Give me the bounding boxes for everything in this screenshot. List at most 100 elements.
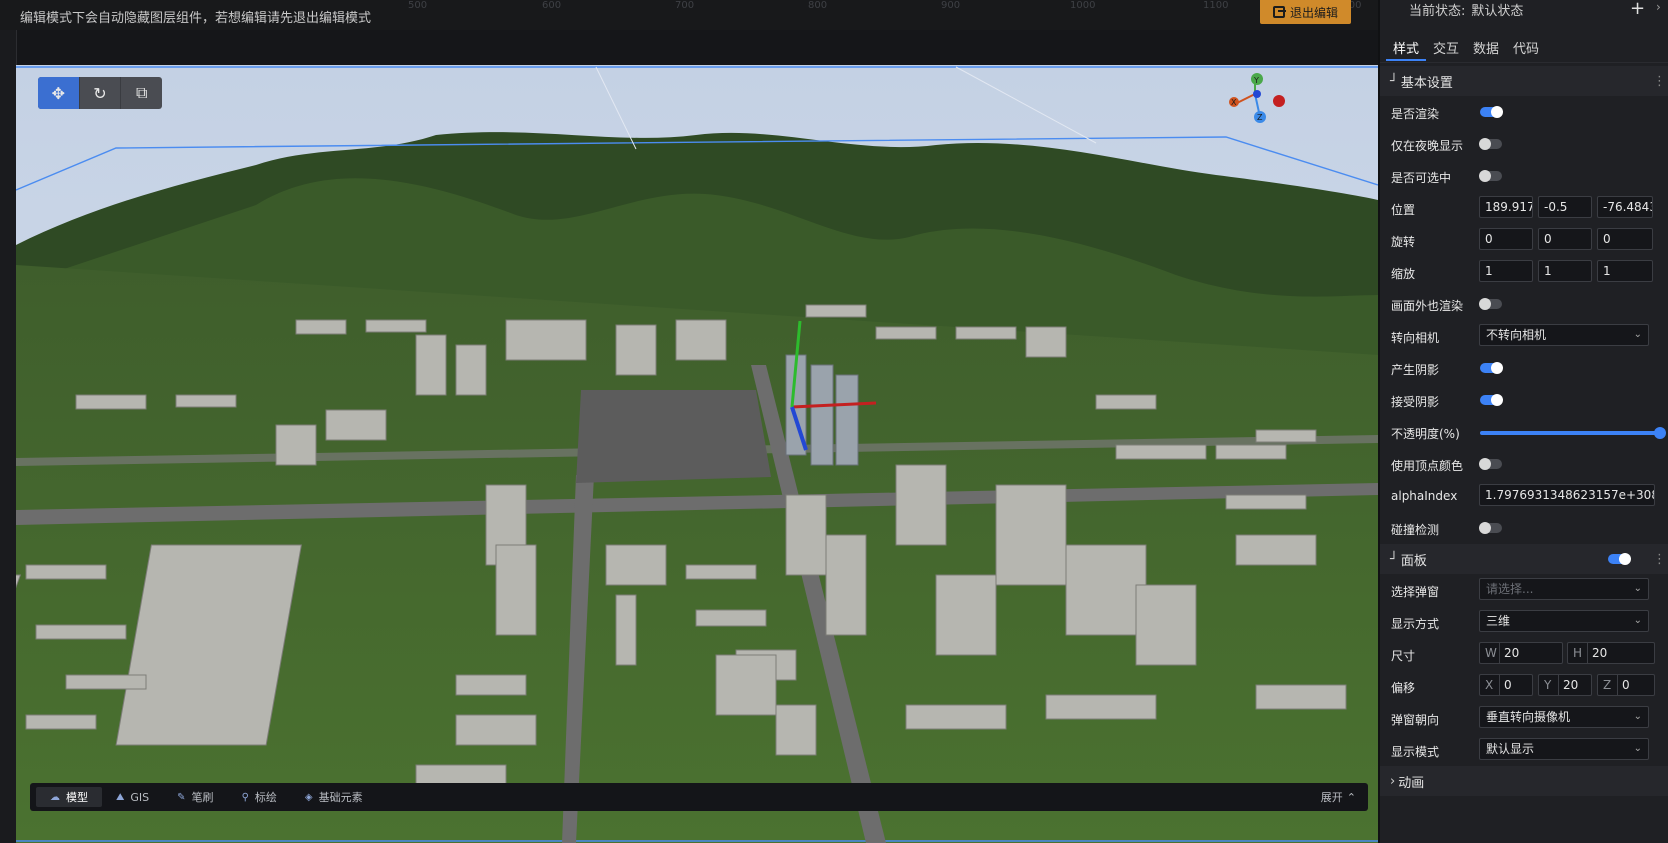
tab-brush-label: 笔刷	[191, 791, 214, 804]
move-icon: ✥	[51, 83, 66, 103]
selectable-toggle[interactable]	[1479, 170, 1502, 182]
gizmo-y-label: Y	[1253, 76, 1259, 85]
rotate-tool-button[interactable]: ↻	[78, 77, 121, 109]
row-position: 位置 189.9172 -0.5 -76.4843	[1380, 192, 1668, 224]
vertical-ruler: 0 100 200 300 400 500 600 700 800 900 10…	[0, 30, 17, 843]
opacity-slider[interactable]	[1480, 427, 1666, 439]
tab-gis-label: GIS	[130, 790, 150, 804]
tab-code[interactable]: 代码	[1506, 36, 1546, 61]
alpha-index-label: alphaIndex	[1391, 489, 1458, 503]
row-alpha-index: alphaIndex 1.7976931348623157e+308	[1380, 480, 1668, 512]
exit-edit-button[interactable]: 退出编辑	[1260, 0, 1351, 24]
cast-shadow-toggle[interactable]	[1480, 362, 1503, 374]
row-face-camera: 转向相机 不转向相机 ⌄	[1380, 320, 1668, 352]
offset-x-prefix: X	[1485, 678, 1494, 692]
collapse-icon[interactable]: ›	[1656, 0, 1661, 14]
scene-viewport[interactable]: Y X Z ✥ ↻ ⧉ ☁ 模型 ⛰ GIS ✎ 笔刷 ⚲ 标绘 ◈ 基础元素 展开 ⌃	[16, 65, 1378, 843]
scale-y-input[interactable]: 1	[1538, 260, 1592, 282]
size-h-field[interactable]: H 20	[1567, 642, 1655, 664]
face-camera-select[interactable]: 不转向相机 ⌄	[1479, 324, 1649, 346]
transform-toolbox: ✥ ↻ ⧉	[38, 77, 162, 109]
size-w-value[interactable]: 20	[1499, 643, 1519, 663]
group-basic-settings[interactable]: ┘ 基本设置 ⋮	[1380, 66, 1668, 96]
scale-tool-button[interactable]: ⧉	[120, 77, 162, 109]
collision-toggle[interactable]	[1479, 522, 1502, 534]
offset-x-field[interactable]: X0	[1479, 674, 1533, 696]
add-state-icon[interactable]: +	[1630, 0, 1645, 19]
popup-select-label: 选择弹窗	[1391, 585, 1440, 599]
night-only-label: 仅在夜晚显示	[1391, 139, 1464, 153]
expand-button[interactable]: 展开 ⌃	[1321, 789, 1356, 805]
position-z-input[interactable]: -76.4843	[1597, 196, 1653, 218]
popup-orientation-value: 垂直转向摄像机	[1486, 710, 1571, 724]
popup-select[interactable]: 请选择... ⌄	[1479, 578, 1649, 600]
move-tool-button[interactable]: ✥	[38, 77, 79, 109]
ruler-tick: 600	[542, 0, 562, 11]
state-value[interactable]: 默认状态	[1471, 4, 1523, 19]
tab-gis[interactable]: ⛰ GIS	[102, 787, 163, 807]
position-label: 位置	[1391, 203, 1416, 217]
panel-tabs: 样式 交互 数据 代码	[1386, 36, 1546, 61]
rotation-x-input[interactable]: 0	[1479, 228, 1533, 250]
night-only-toggle[interactable]	[1479, 138, 1502, 150]
opacity-slider-handle[interactable]	[1654, 427, 1666, 439]
tab-model[interactable]: ☁ 模型	[36, 787, 102, 807]
display-mode-select[interactable]: 三维 ⌄	[1479, 610, 1649, 632]
pin-icon: ⚲	[241, 791, 249, 803]
brush-icon: ✎	[177, 791, 186, 803]
alpha-index-input[interactable]: 1.7976931348623157e+308	[1479, 484, 1655, 506]
offset-x-value[interactable]: 0	[1499, 675, 1512, 695]
show-mode-select[interactable]: 默认显示 ⌄	[1479, 738, 1649, 760]
offset-label: 偏移	[1391, 681, 1416, 695]
row-selectable: 是否可选中	[1380, 160, 1668, 192]
display-mode-label: 显示方式	[1391, 617, 1440, 631]
tab-data[interactable]: 数据	[1466, 36, 1506, 61]
offset-y-value[interactable]: 20	[1558, 675, 1578, 695]
layer-bottombar: ☁ 模型 ⛰ GIS ✎ 笔刷 ⚲ 标绘 ◈ 基础元素 展开 ⌃	[30, 783, 1368, 811]
group-panel[interactable]: ┘ 面板 ⋮	[1380, 544, 1668, 574]
panel-toggle[interactable]	[1608, 553, 1631, 565]
group-panel-title: 面板	[1400, 553, 1427, 569]
tab-basic-elements[interactable]: ◈ 基础元素	[291, 787, 377, 807]
selectable-label: 是否可选中	[1391, 171, 1452, 185]
ruler-tick: 200	[0, 188, 1, 207]
vertex-color-toggle[interactable]	[1479, 458, 1502, 470]
size-w-field[interactable]: W 20	[1479, 642, 1563, 664]
vertex-color-label: 使用顶点颜色	[1391, 459, 1464, 473]
offset-z-field[interactable]: Z0	[1597, 674, 1655, 696]
bracket-icon: ┘	[1390, 551, 1398, 567]
scale-x-input[interactable]: 1	[1479, 260, 1533, 282]
tab-brush[interactable]: ✎ 笔刷	[163, 787, 227, 807]
size-h-value[interactable]: 20	[1587, 643, 1607, 663]
size-h-prefix: H	[1573, 646, 1583, 660]
offscreen-render-toggle[interactable]	[1479, 298, 1502, 310]
offset-y-field[interactable]: Y 20	[1538, 674, 1592, 696]
group-animation[interactable]: › 动画	[1380, 766, 1668, 796]
offset-z-value[interactable]: 0	[1617, 675, 1630, 695]
position-y-input[interactable]: -0.5	[1538, 196, 1592, 218]
ruler-tick: 900	[941, 0, 961, 11]
cast-shadow-label: 产生阴影	[1391, 363, 1440, 377]
ruler-tick: 800	[808, 0, 828, 11]
group-basic-title: 基本设置	[1400, 75, 1453, 91]
row-night-only: 仅在夜晚显示	[1380, 128, 1668, 160]
plaza	[576, 390, 771, 483]
rotation-y-input[interactable]: 0	[1538, 228, 1592, 250]
row-scale: 缩放 1 1 1	[1380, 256, 1668, 288]
drag-handle-icon[interactable]: ⋮	[1653, 552, 1666, 567]
position-x-input[interactable]: 189.9172	[1479, 196, 1533, 218]
row-show-mode: 显示模式 默认显示 ⌄	[1380, 734, 1668, 766]
scale-icon: ⧉	[135, 83, 148, 102]
ruler-tick: 500	[408, 0, 428, 11]
tab-style[interactable]: 样式	[1386, 36, 1427, 61]
rotation-z-input[interactable]: 0	[1597, 228, 1653, 250]
scale-z-input[interactable]: 1	[1597, 260, 1653, 282]
receive-shadow-toggle[interactable]	[1480, 394, 1503, 406]
ruler-tick: 1000	[0, 700, 1, 725]
drag-handle-icon[interactable]: ⋮	[1653, 74, 1666, 89]
row-size: 尺寸 W 20 H 20	[1380, 638, 1668, 670]
tab-interaction[interactable]: 交互	[1426, 36, 1466, 61]
render-toggle[interactable]	[1480, 106, 1503, 118]
tab-plot[interactable]: ⚲ 标绘	[228, 787, 291, 807]
popup-orientation-select[interactable]: 垂直转向摄像机 ⌄	[1479, 706, 1649, 728]
